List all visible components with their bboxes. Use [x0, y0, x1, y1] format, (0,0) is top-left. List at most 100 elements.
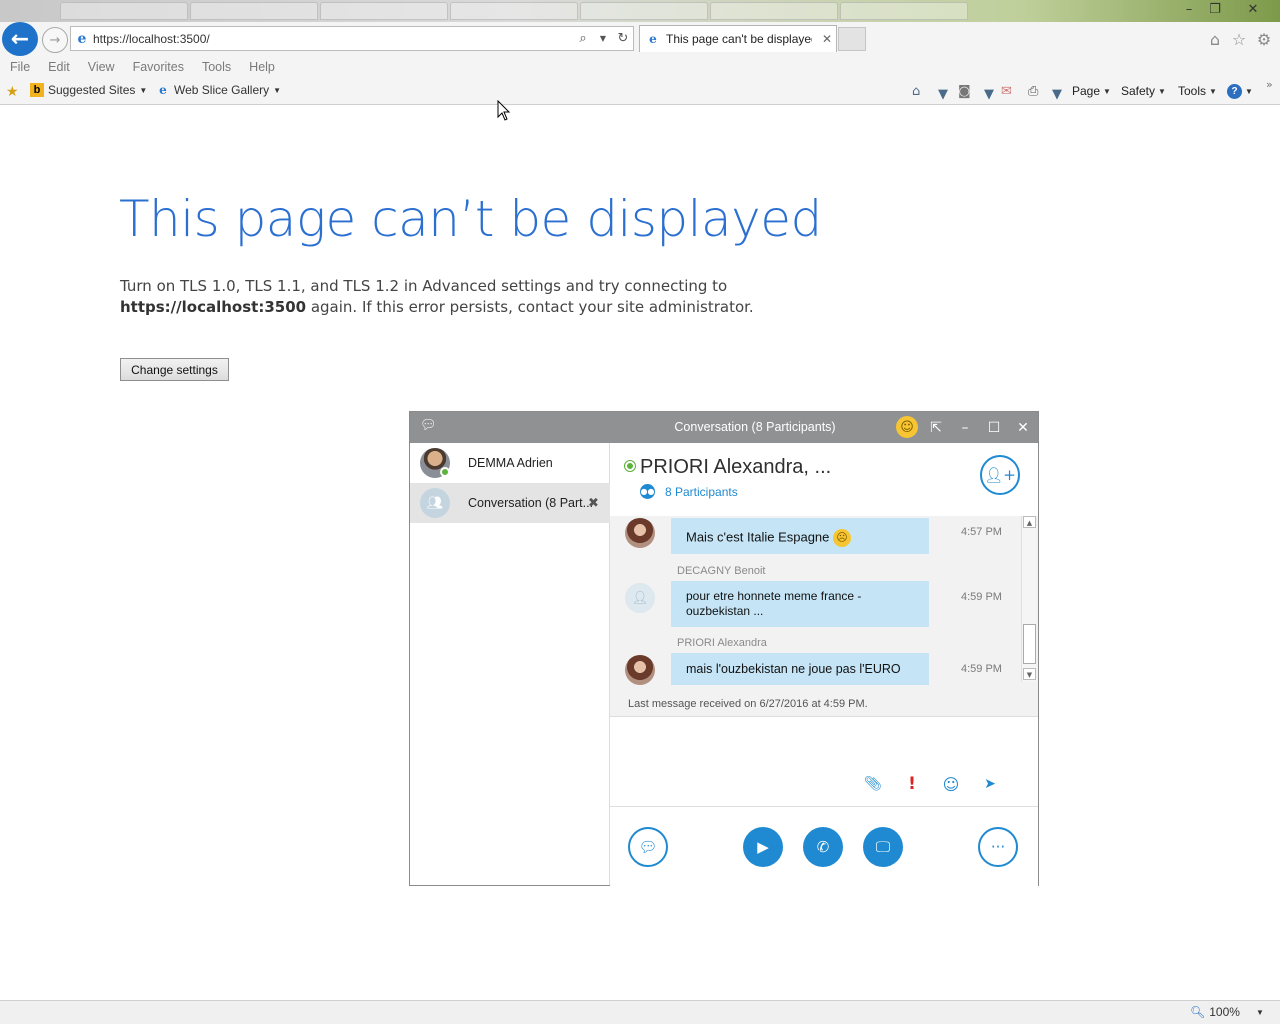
window-titlebar: – ❐ ✕: [0, 0, 1280, 22]
chevron-down-icon[interactable]: ▼: [938, 87, 948, 102]
high-importance-icon[interactable]: !: [901, 773, 923, 795]
conversation-list: DEMMA Adrien 👥︎ Conversation (8 Part... …: [410, 443, 610, 885]
forward-button[interactable]: →: [42, 27, 68, 53]
chevron-down-icon[interactable]: ▼: [984, 87, 994, 102]
menu-view[interactable]: View: [88, 60, 115, 74]
add-person-button[interactable]: 👤︎+: [980, 455, 1020, 495]
background-tab[interactable]: [190, 2, 318, 20]
web-slice-gallery-link[interactable]: e Web Slice Gallery ▼: [156, 83, 281, 97]
favorites-star-icon[interactable]: ★: [6, 83, 19, 100]
message-text: pour etre honnete meme france - ouzbekis…: [686, 589, 862, 618]
print-icon[interactable]: ⎙: [1028, 84, 1038, 99]
safety-menu-label: Safety: [1121, 84, 1156, 98]
message-sender: DECAGNY Benoit: [677, 565, 766, 577]
minimize-button[interactable]: –: [1176, 0, 1202, 18]
web-slice-gallery-label: Web Slice Gallery: [174, 83, 270, 97]
im-button[interactable]: 💬︎: [628, 827, 668, 867]
message-compose-area[interactable]: 📎︎ ! ☺ ➤: [610, 716, 1038, 806]
avatar: [625, 655, 655, 685]
home-icon[interactable]: ⌂: [912, 84, 920, 99]
scrollbar-thumb[interactable]: [1023, 624, 1036, 664]
arrow-left-icon: ←: [10, 26, 30, 52]
tab-active[interactable]: e This page can't be displayed ✕: [639, 25, 837, 52]
change-settings-button[interactable]: Change settings: [120, 358, 229, 381]
pop-out-icon[interactable]: ⇱: [925, 417, 947, 439]
star-icon[interactable]: ☆: [1228, 29, 1250, 49]
message-time: 4:57 PM: [961, 526, 1002, 538]
minimize-icon[interactable]: –: [954, 417, 976, 439]
page-menu[interactable]: Page ▼: [1072, 84, 1111, 98]
maximize-icon[interactable]: ☐: [983, 417, 1005, 439]
conversation-item-group[interactable]: 👥︎ Conversation (8 Part... ✖: [410, 483, 610, 523]
safety-menu[interactable]: Safety ▼: [1121, 84, 1166, 98]
close-conversation-icon[interactable]: ✖: [588, 496, 599, 511]
background-tabs: [60, 2, 968, 20]
message-scrollbar[interactable]: ▲ ▼: [1021, 516, 1036, 682]
url-text[interactable]: https://localhost:3500/: [93, 32, 573, 46]
contact-name: DEMMA Adrien: [468, 456, 553, 470]
emoticon-icon[interactable]: ☺: [940, 773, 962, 795]
message-sender: PRIORI Alexandra: [677, 637, 767, 649]
close-icon[interactable]: ✕: [1012, 417, 1034, 439]
close-tab-icon[interactable]: ✕: [818, 32, 836, 46]
menu-bar: File Edit View Favorites Tools Help: [0, 56, 1280, 78]
more-options-button[interactable]: ···: [978, 827, 1018, 867]
background-tab[interactable]: [580, 2, 708, 20]
rss-feed-icon[interactable]: ◙: [958, 84, 971, 99]
share-screen-button[interactable]: 🖵︎: [863, 827, 903, 867]
scroll-down-icon[interactable]: ▼: [1023, 668, 1036, 680]
chevron-down-icon[interactable]: ▼: [593, 34, 613, 43]
message-bubble: pour etre honnete meme france - ouzbekis…: [671, 581, 929, 627]
avatar: [625, 518, 655, 548]
background-tab[interactable]: [450, 2, 578, 20]
search-icon[interactable]: ⌕: [573, 31, 593, 46]
menu-file[interactable]: File: [10, 60, 30, 74]
menu-tools[interactable]: Tools: [202, 60, 231, 74]
refresh-icon[interactable]: ↻: [613, 31, 633, 46]
favorites-bar: ★ b Suggested Sites ▼ e Web Slice Galler…: [0, 78, 1280, 105]
more-options-icon: ···: [990, 838, 1006, 856]
gear-icon[interactable]: ⚙: [1253, 29, 1275, 49]
status-bar: 🔍︎ 100% ▼: [0, 1000, 1280, 1024]
chevron-down-icon: ▼: [1245, 87, 1253, 96]
avatar: 👤︎: [625, 583, 655, 613]
attach-file-icon[interactable]: 📎︎: [862, 773, 884, 795]
address-bar[interactable]: e https://localhost:3500/ ⌕ ▼ ↻: [70, 26, 634, 51]
menu-help[interactable]: Help: [249, 60, 275, 74]
chevron-down-icon: ▼: [1209, 86, 1217, 96]
restore-button[interactable]: ❐: [1202, 0, 1228, 18]
participants-link[interactable]: 8 Participants: [665, 485, 738, 499]
error-line-2: again. If this error persists, contact y…: [306, 298, 754, 316]
video-camera-icon: ▶: [757, 838, 769, 856]
chevron-down-icon[interactable]: ▼: [1052, 87, 1062, 102]
zoom-control[interactable]: 🔍︎ 100% ▼: [1190, 1005, 1264, 1019]
background-tab[interactable]: [710, 2, 838, 20]
home-icon[interactable]: ⌂: [1204, 29, 1226, 49]
video-call-button[interactable]: ▶: [743, 827, 783, 867]
background-tab[interactable]: [320, 2, 448, 20]
back-button[interactable]: ←: [2, 22, 38, 56]
page-menu-label: Page: [1072, 84, 1101, 98]
send-icon[interactable]: ➤: [979, 773, 1001, 795]
ie-page-icon: e: [77, 30, 87, 47]
suggested-sites-link[interactable]: b Suggested Sites ▼: [30, 83, 147, 97]
mouse-cursor-icon: [497, 100, 511, 121]
background-tab[interactable]: [840, 2, 968, 20]
tools-menu[interactable]: Tools ▼: [1178, 84, 1217, 98]
audio-call-button[interactable]: ✆: [803, 827, 843, 867]
conversation-item-demma[interactable]: DEMMA Adrien: [410, 443, 610, 483]
menu-favorites[interactable]: Favorites: [133, 60, 184, 74]
chevron-down-icon: ▼: [1255, 1007, 1264, 1017]
scroll-up-icon[interactable]: ▲: [1023, 516, 1036, 528]
menu-edit[interactable]: Edit: [48, 60, 70, 74]
help-menu[interactable]: ? ▼: [1227, 84, 1253, 99]
conversation-header-name: PRIORI Alexandra, ...: [640, 456, 832, 478]
close-button[interactable]: ✕: [1240, 0, 1266, 18]
smiley-icon[interactable]: ☺: [896, 416, 918, 438]
read-mail-icon[interactable]: ✉: [1001, 84, 1012, 99]
chevron-right-double-icon[interactable]: »: [1266, 78, 1273, 91]
presence-available-icon: [440, 467, 450, 477]
background-tab[interactable]: [60, 2, 188, 20]
conversation-pane: PRIORI Alexandra, ... ●● 8 Participants …: [610, 443, 1038, 886]
new-tab-button[interactable]: [838, 27, 866, 51]
